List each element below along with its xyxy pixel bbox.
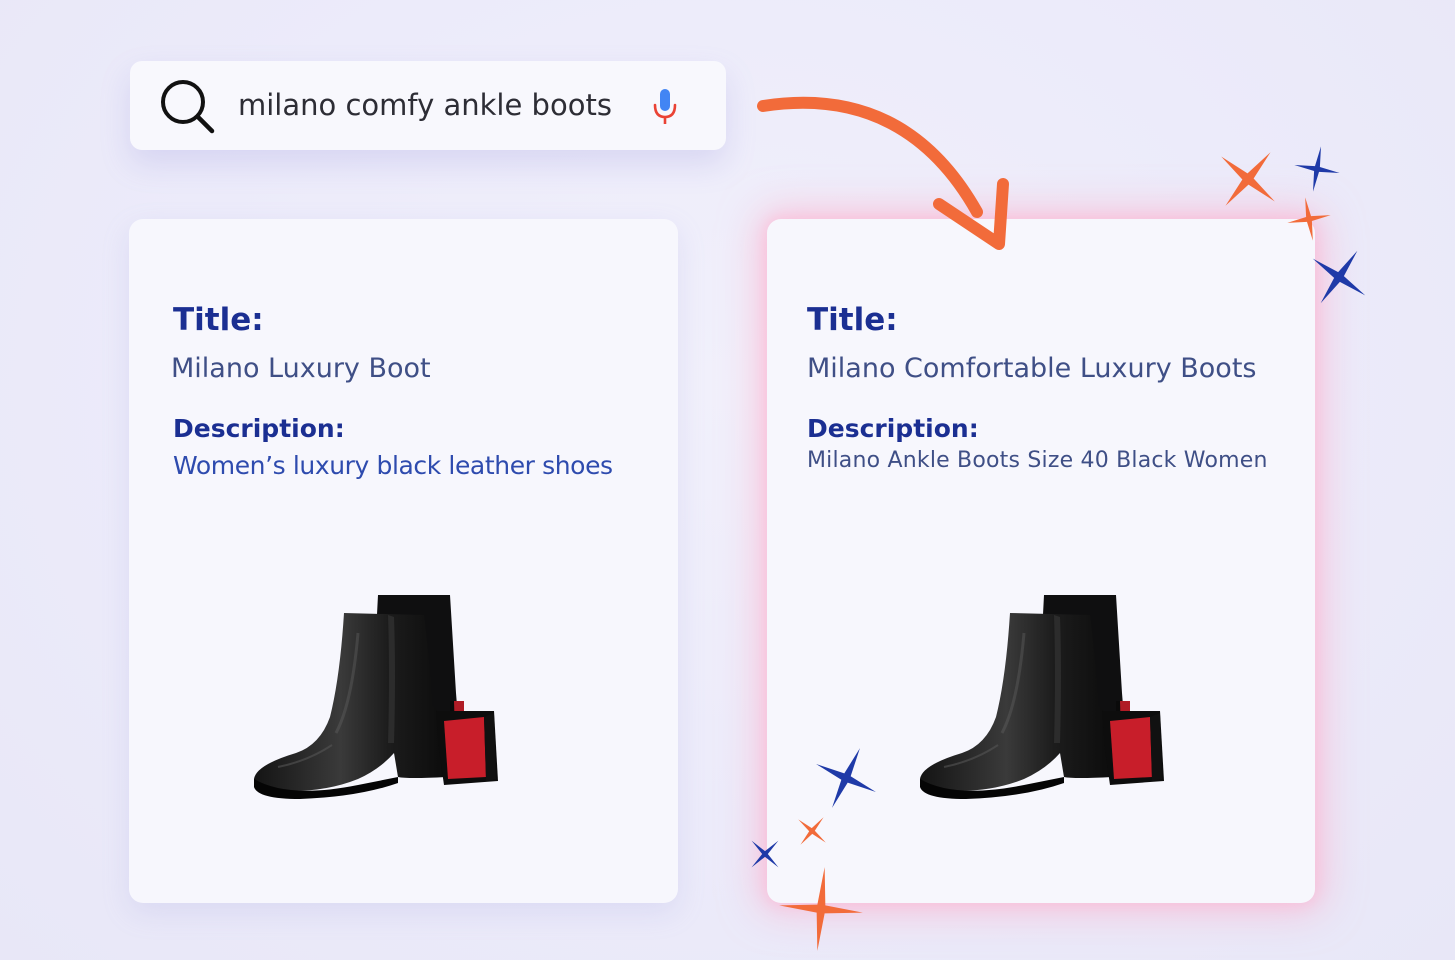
sparkle-icon (779, 867, 863, 951)
search-bar (130, 61, 726, 150)
description-label: Description: (807, 414, 979, 443)
original-product-card: Title: Milano Luxury Boot Description: W… (129, 219, 678, 903)
sparkle-icon (1312, 250, 1366, 304)
sparkle-icon (798, 817, 826, 845)
boot-product-image (252, 595, 500, 801)
search-icon[interactable] (158, 77, 216, 135)
title-label: Title: (807, 302, 898, 338)
sparkle-icon (1287, 197, 1331, 241)
curved-arrow-icon (757, 96, 1009, 250)
boot-product-image (918, 595, 1166, 801)
description-label: Description: (173, 414, 345, 443)
product-description: Women’s luxury black leather shoes (173, 451, 613, 480)
product-description: Milano Ankle Boots Size 40 Black Women (807, 448, 1268, 473)
microphone-icon[interactable] (650, 87, 680, 127)
title-label: Title: (173, 302, 264, 338)
sparkle-icon (816, 748, 876, 808)
search-input[interactable] (238, 83, 638, 127)
sparkle-icon (1294, 146, 1340, 192)
sparkle-icon (1221, 152, 1275, 206)
product-title: Milano Luxury Boot (171, 353, 431, 384)
product-title: Milano Comfortable Luxury Boots (807, 353, 1257, 384)
